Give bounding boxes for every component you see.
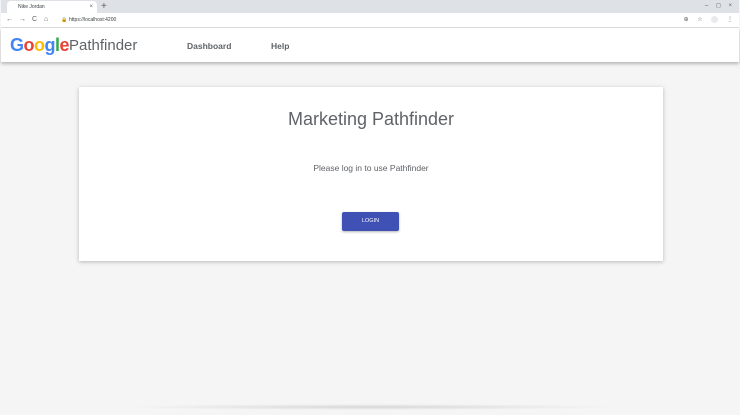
browser-menu-icon[interactable]: ⋮	[727, 17, 733, 23]
extension-icon[interactable]: ⊕	[684, 17, 689, 23]
browser-tab[interactable]: Nike Jordan ×	[7, 1, 97, 13]
app-header: Google Pathfinder Dashboard Help	[1, 28, 739, 62]
toolbar-actions: ⊕ ☆ ⋮	[677, 13, 733, 27]
login-button[interactable]: LOGIN	[342, 212, 399, 231]
logo-letter: o	[23, 35, 35, 55]
close-tab-icon[interactable]: ×	[89, 1, 93, 13]
login-message: Please log in to use Pathfinder	[313, 163, 429, 173]
nav-dashboard[interactable]: Dashboard	[187, 40, 231, 52]
forward-icon[interactable]: →	[19, 13, 26, 27]
window-controls[interactable]: – ◻ ×	[705, 0, 735, 13]
nav-help[interactable]: Help	[271, 40, 289, 52]
bookmark-star-icon[interactable]: ☆	[697, 17, 702, 23]
browser-toolbar: ← → C ⌂ 🔒 https://localhost:4200	[1, 13, 739, 28]
logo-letter: e	[59, 35, 70, 55]
tab-title: Nike Jordan	[18, 4, 45, 10]
url-text[interactable]: https://localhost:4200	[69, 15, 116, 25]
card-title: Marketing Pathfinder	[287, 109, 455, 129]
google-logo: Google	[10, 34, 70, 56]
profile-avatar[interactable]	[711, 15, 719, 23]
logo-letter: G	[10, 35, 24, 55]
new-tab-icon[interactable]: +	[101, 0, 107, 13]
app-name: Pathfinder	[69, 37, 138, 54]
tab-strip: Nike Jordan × + – ◻ ×	[1, 0, 739, 13]
reload-icon[interactable]: C	[32, 13, 37, 27]
back-icon[interactable]: ←	[6, 13, 13, 27]
lock-icon: 🔒	[61, 17, 68, 23]
logo-letter: g	[44, 35, 56, 55]
address-bar[interactable]: 🔒 https://localhost:4200	[57, 15, 707, 25]
browser-window: Nike Jordan × + – ◻ × ← → C ⌂ 🔒 https://…	[1, 0, 739, 412]
login-card: Marketing Pathfinder Please log in to us…	[79, 87, 663, 261]
window-bottom-shadow	[120, 404, 620, 410]
logo-letter: o	[34, 35, 45, 55]
home-icon[interactable]: ⌂	[44, 13, 48, 27]
